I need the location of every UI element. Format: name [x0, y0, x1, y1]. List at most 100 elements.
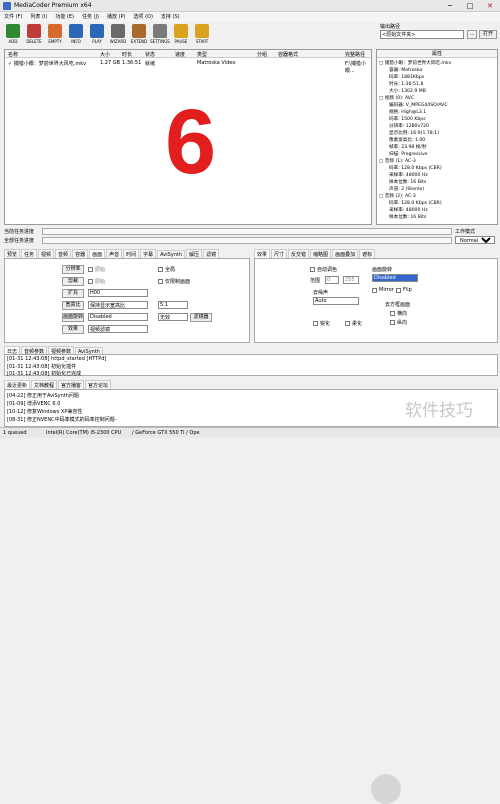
toolbar-label: INFO	[71, 39, 81, 44]
mirror-label: Mirror	[379, 287, 394, 293]
menu-options[interactable]: 选项 (O)	[129, 12, 156, 21]
settings-icon	[153, 24, 167, 38]
properties-panel: 属性 □ 捕猎小眼：梦前世界大风吃.mkv 容器: Matroska 码率: 188…	[376, 49, 498, 225]
col-group[interactable]: 分组	[257, 51, 267, 58]
property-line: 码率: 1500 Kbps	[389, 117, 426, 122]
file-path: F:\捕猎小眼...	[345, 61, 366, 74]
property-line: 采样率: 48000 Hz	[389, 208, 428, 213]
log-line: [01-31 12:43:08] httpd_started [HTTPd]	[7, 356, 107, 362]
menu-support[interactable]: 支持 (S)	[157, 12, 184, 21]
log-line: [01-31 12:43:08] 初始化已完成	[7, 371, 82, 377]
delete-icon	[27, 24, 41, 38]
gpu-info: / GeForce GTX 550 Ti / Ope	[132, 430, 200, 436]
delogo-h-checkbox[interactable]	[390, 311, 395, 316]
log-tab-strip: 日志 音频参数 视频参数 AviSynth	[4, 346, 104, 356]
menu-file[interactable]: 文件 (F)	[0, 12, 26, 21]
news-item[interactable]: [08-31] 修正NVENC中码率模式的码率控制问题-	[7, 416, 116, 423]
property-line: 扫描: Progressive	[389, 152, 428, 157]
delogo-v-checkbox[interactable]	[390, 320, 395, 325]
effects-panel: 自动调色 范围 0 255 去噪声 Auto 锐化 柔化 画面旋转 Disabl…	[254, 258, 498, 343]
col-type[interactable]: 类型	[197, 51, 207, 58]
ratio-select[interactable]: 5:1	[158, 301, 188, 309]
ratio-select-2[interactable]: 无效	[158, 313, 188, 321]
property-line: 分辨率: 1280x720	[389, 124, 429, 129]
pause-button[interactable]: PAUSE	[171, 24, 191, 48]
range-checkbox[interactable]	[158, 279, 163, 284]
news-item[interactable]: [01-09] 增添VENC 6.0	[7, 400, 60, 407]
start-button[interactable]: START	[192, 24, 212, 48]
expand-button[interactable]: 扩充	[62, 289, 84, 298]
soften-checkbox[interactable]	[345, 321, 350, 326]
mirror-checkbox[interactable]	[372, 288, 377, 293]
property-line: 码率: 128.0 Kbps (CBR)	[389, 166, 442, 171]
col-speed[interactable]: 速度	[175, 51, 185, 58]
filter-wizard-button[interactable]: 滤镜器	[190, 313, 212, 322]
wizard-button[interactable]: WIZARD	[108, 24, 128, 48]
menu-list[interactable]: 列表 (I)	[26, 12, 51, 21]
auto-level-checkbox[interactable]	[310, 267, 315, 272]
flip-group-label: 画面旋转	[372, 267, 393, 273]
original-checkbox-2[interactable]	[88, 279, 93, 284]
total-task-label: 全部任务进度	[4, 238, 35, 244]
file-list[interactable]: 名称 大小 时长 状态 速度 类型 分组 容器格式 完整路径 ✓ 捕猎小眼：梦前…	[4, 49, 372, 225]
flip-checkbox[interactable]	[396, 288, 401, 293]
wizard-icon	[111, 24, 125, 38]
aspect-button[interactable]: 宽高比	[62, 301, 84, 310]
toolbar-label: EXTEND	[130, 39, 148, 44]
maximize-button[interactable]: □	[460, 1, 480, 11]
col-container[interactable]: 容器格式	[278, 51, 298, 58]
browse-button[interactable]: ...	[467, 30, 477, 39]
property-line: □ 捕猎小眼：梦前世界大风吃.mkv	[379, 61, 452, 66]
original-label: 原始	[95, 267, 106, 273]
menu-play[interactable]: 播放 (P)	[103, 12, 130, 21]
minimize-button[interactable]: ─	[440, 1, 460, 11]
work-mode-select[interactable]: Normal	[455, 236, 495, 244]
rotate-select[interactable]: Disabled	[88, 313, 148, 321]
sharpen-checkbox[interactable]	[313, 321, 318, 326]
empty-button[interactable]: EMPTY	[45, 24, 65, 48]
delete-button[interactable]: DELETE	[24, 24, 44, 48]
global-label: 全局	[165, 267, 176, 273]
info-button[interactable]: INFO	[66, 24, 86, 48]
settings-button[interactable]: SETTINGS	[150, 24, 170, 48]
deblock-select[interactable]: Auto	[313, 297, 359, 305]
output-path-input[interactable]	[380, 30, 464, 39]
toolbar-label: START	[195, 39, 209, 44]
watermark-logo	[371, 774, 401, 804]
range-from-input[interactable]: 0	[325, 276, 339, 284]
play-button[interactable]: PLAY	[87, 24, 107, 48]
file-duration: 1:36:51	[122, 60, 142, 66]
range-to-input[interactable]: 255	[343, 276, 359, 284]
crop-button[interactable]: 剪裁	[62, 277, 84, 286]
resolution-select[interactable]: H00	[88, 289, 148, 297]
menu-task[interactable]: 任务 (J)	[78, 12, 103, 21]
range-label: 仅限制画面	[165, 279, 191, 285]
effects-select[interactable]: 视频滤镜	[88, 325, 148, 333]
col-path[interactable]: 完整路径	[345, 51, 365, 58]
news-panel: [04-22] 修正用于AviSynth问题 [01-09] 增添VENC 6.…	[4, 389, 498, 804]
flip-select[interactable]: Disabled	[372, 274, 418, 282]
open-folder-button[interactable]: 打开	[479, 30, 497, 39]
aspect-select[interactable]: 保持显示宽高比	[88, 301, 148, 309]
property-line: □ 视频 (0): AVC	[379, 96, 415, 101]
property-line: 帧率: 23.98 帧/秒	[389, 145, 427, 150]
close-button[interactable]: ✕	[480, 1, 500, 11]
rotate-button[interactable]: 画面旋转	[62, 313, 84, 322]
col-name[interactable]: 名称	[8, 51, 18, 58]
col-status[interactable]: 状态	[145, 51, 155, 58]
log-line: [01-31 12:43:08] 初始化插件	[7, 364, 77, 370]
effects-button[interactable]: 效果	[62, 325, 84, 334]
extend-button[interactable]: EXTEND	[129, 24, 149, 48]
menu-function[interactable]: 功能 (E)	[51, 12, 78, 21]
resolution-button[interactable]: 分辨率	[62, 265, 84, 274]
original-checkbox[interactable]	[88, 267, 93, 272]
global-checkbox[interactable]	[158, 267, 163, 272]
file-size: 1.27 GB	[100, 60, 121, 66]
col-duration[interactable]: 时长	[122, 51, 132, 58]
add-button[interactable]: ADD	[3, 24, 23, 48]
news-item[interactable]: [10-12] 修复Windows XP兼容性	[7, 408, 82, 415]
property-line: 编码器: V_MPEG4/ISO/AVC	[389, 103, 448, 108]
col-size[interactable]: 大小	[100, 51, 110, 58]
news-item[interactable]: [04-22] 修正用于AviSynth问题	[7, 392, 79, 399]
current-progress-bar	[42, 228, 452, 235]
